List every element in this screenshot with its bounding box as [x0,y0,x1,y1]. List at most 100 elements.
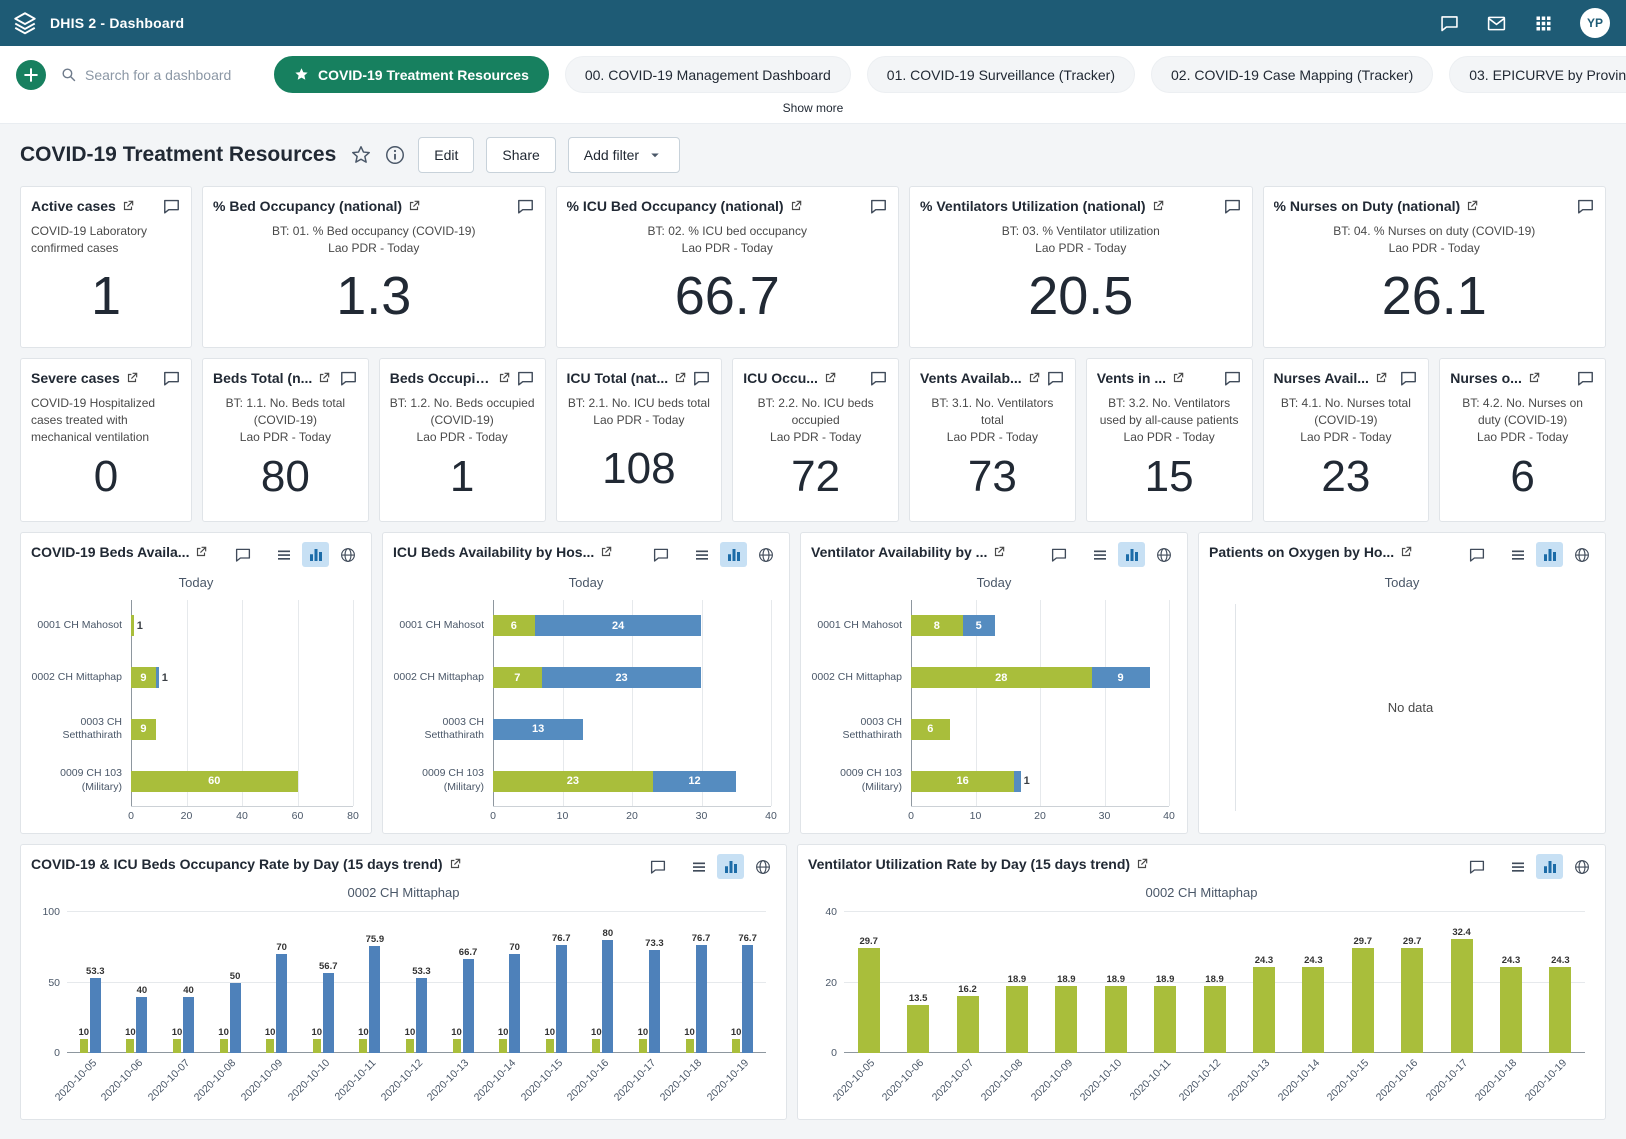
open-in-app-icon[interactable] [125,371,139,385]
open-in-app-icon[interactable] [1399,545,1413,559]
dhis2-home-button[interactable] [0,0,50,46]
interpretations-icon[interactable] [516,369,535,388]
view-as-table-icon[interactable] [1504,854,1531,879]
view-as-table-icon[interactable] [1504,542,1531,567]
interpretations-icon[interactable] [229,542,256,567]
open-in-app-icon[interactable] [1171,371,1185,385]
add-filter-button[interactable]: Add filter [568,137,680,173]
interpretations-icon[interactable] [1576,197,1595,216]
bar-segment: 9 [131,667,156,688]
category-label: 0002 CH Mittaphap [811,671,911,685]
open-in-app-icon[interactable] [673,371,687,385]
view-as-chart-icon[interactable] [1118,542,1145,567]
x-axis: 010203040 [493,807,771,825]
open-in-app-icon[interactable] [599,545,613,559]
column-group: 1076.7 [533,912,580,1053]
interpretations-icon[interactable] [1399,369,1418,388]
interpretations-icon[interactable] [516,197,535,216]
open-in-app-icon[interactable] [1027,371,1041,385]
interpretations-icon[interactable] [869,197,888,216]
view-as-table-icon[interactable] [270,542,297,567]
interpretations-icon[interactable] [869,369,888,388]
dashboard-chip[interactable]: 00. COVID-19 Management Dashboard [565,56,851,93]
view-as-chart-icon[interactable] [302,542,329,567]
interpretations-icon[interactable] [1045,542,1072,567]
column-group: 29.7 [1338,912,1387,1053]
open-in-app-icon[interactable] [1465,199,1479,213]
interpretations-icon[interactable] [692,369,711,388]
open-in-app-icon[interactable] [407,199,421,213]
star-dashboard-icon[interactable] [350,144,372,166]
axis-tick-label: 40 [236,810,248,822]
open-in-app-icon[interactable] [823,371,837,385]
interpretations-icon[interactable] [1223,369,1242,388]
bar-value-label: 24.3 [1304,955,1323,966]
show-more-button[interactable]: Show more [16,93,1610,123]
share-button[interactable]: Share [486,137,555,173]
new-dashboard-button[interactable] [16,60,46,90]
indicator-value: 0 [31,445,181,513]
bar [183,997,194,1053]
bar [649,950,660,1053]
dashboard-search-input[interactable] [85,67,250,83]
messages-icon[interactable] [1486,13,1507,34]
view-as-map-icon[interactable] [1150,542,1177,567]
open-in-app-icon[interactable] [1135,857,1149,871]
view-as-map-icon[interactable] [752,542,779,567]
view-as-table-icon[interactable] [688,542,715,567]
column-group: 18.9 [1042,912,1091,1053]
bar [126,1039,134,1053]
view-as-chart-icon[interactable] [720,542,747,567]
view-as-map-icon[interactable] [1568,542,1595,567]
bar-value-label: 73.3 [645,938,664,949]
interpretations-icon[interactable] [1439,13,1460,34]
open-in-app-icon[interactable] [121,199,135,213]
open-in-app-icon[interactable] [448,857,462,871]
open-in-app-icon[interactable] [992,545,1006,559]
dashboard-chip[interactable]: COVID-19 Treatment Resources [274,56,549,93]
bar [416,978,427,1053]
open-in-app-icon[interactable] [789,199,803,213]
interpretations-icon[interactable] [339,369,358,388]
user-avatar[interactable]: YP [1580,8,1610,38]
bar-value-label: 10 [638,1027,649,1038]
card-title: Severe cases [31,368,120,388]
interpretations-icon[interactable] [162,197,181,216]
open-in-app-icon[interactable] [497,371,511,385]
interpretations-icon[interactable] [1576,369,1595,388]
card-subtitle: BT: 4.2. No. Nurses on duty (COVID-19)La… [1450,395,1595,445]
interpretations-icon[interactable] [1463,542,1490,567]
bar-segment: 9 [131,719,156,740]
dashboard-chip[interactable]: 01. COVID-19 Surveillance (Tracker) [867,56,1135,93]
bar-value-label: 28 [995,672,1007,684]
open-in-app-icon[interactable] [194,545,208,559]
dashboard-grid: Active casesCOVID-19 Laboratory confirme… [0,186,1626,1120]
apps-menu-icon[interactable] [1533,13,1554,34]
dashboard-chip[interactable]: 02. COVID-19 Case Mapping (Tracker) [1151,56,1433,93]
view-as-chart-icon[interactable] [717,854,744,879]
edit-button[interactable]: Edit [418,137,474,173]
view-as-map-icon[interactable] [334,542,361,567]
interpretations-icon[interactable] [1223,197,1242,216]
open-in-app-icon[interactable] [317,371,331,385]
card-title: ICU Beds Availability by Hos... [393,542,594,562]
open-in-app-icon[interactable] [1374,371,1388,385]
interpretations-icon[interactable] [644,854,671,879]
view-as-table-icon[interactable] [685,854,712,879]
interpretations-icon[interactable] [1463,854,1490,879]
dashboard-chip[interactable]: 03. EPICURVE by Province [1449,56,1626,93]
view-as-map-icon[interactable] [1568,854,1595,879]
open-in-app-icon[interactable] [1527,371,1541,385]
view-as-chart-icon[interactable] [1536,854,1563,879]
info-icon[interactable] [384,144,406,166]
dashboards-bar: COVID-19 Treatment Resources 00. COVID-19… [0,46,1626,124]
chart-plot-area: 0501001053.310401040105010701056.71075.9… [67,912,766,1053]
open-in-app-icon[interactable] [1151,199,1165,213]
view-as-chart-icon[interactable] [1536,542,1563,567]
view-as-table-icon[interactable] [1086,542,1113,567]
interpretations-icon[interactable] [1046,369,1065,388]
interpretations-icon[interactable] [162,369,181,388]
view-as-map-icon[interactable] [749,854,776,879]
interpretations-icon[interactable] [647,542,674,567]
card-toolbar [1463,854,1595,879]
